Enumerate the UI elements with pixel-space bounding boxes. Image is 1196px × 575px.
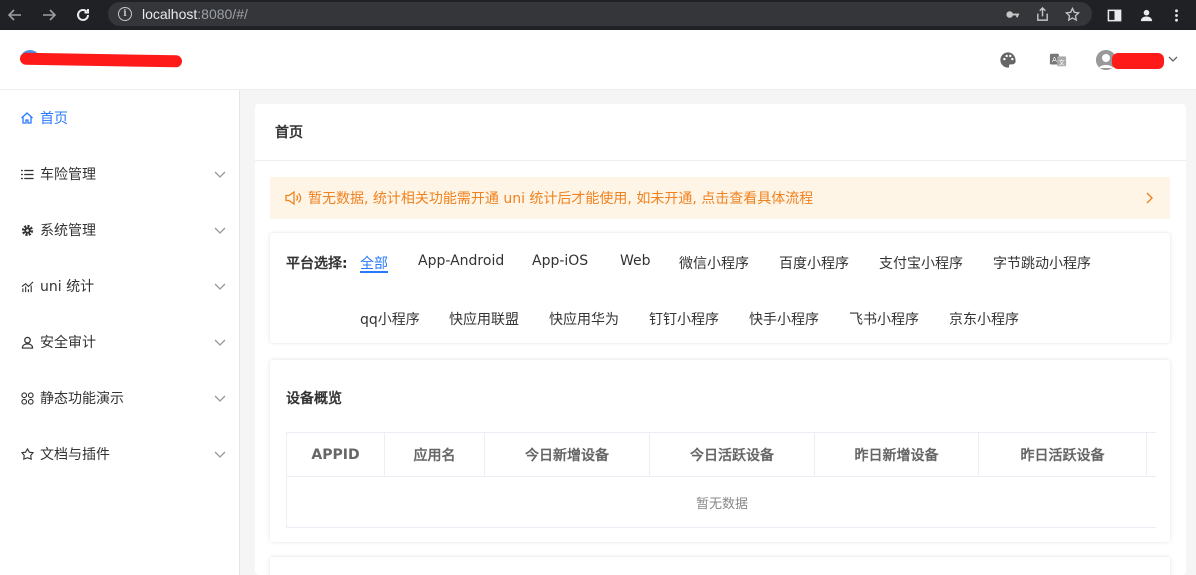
table-header: APPID 应用名 今日新增设备 今日活跃设备 昨日新增设备 昨日活跃设备: [287, 433, 1156, 477]
sidebar-item-static-demo[interactable]: 静态功能演示: [0, 370, 239, 426]
speaker-icon: [285, 190, 302, 206]
translate-icon[interactable]: A文: [1048, 50, 1068, 70]
platform-label: 平台选择:: [286, 256, 348, 272]
chevron-down-icon: [214, 283, 226, 290]
sidebar-item-uni-stats[interactable]: uni 统计: [0, 258, 239, 314]
column-header-app-name[interactable]: 应用名: [385, 433, 485, 477]
sidebar-item-system[interactable]: 系统管理: [0, 202, 239, 258]
chevron-down-icon: [214, 227, 226, 234]
platform-option-app-android[interactable]: App-Android: [418, 253, 504, 269]
gear-icon: [20, 223, 34, 237]
share-icon[interactable]: [1034, 6, 1050, 22]
address-bar[interactable]: i localhost:8080/#/: [108, 2, 1092, 26]
sidebar-item-label: 车险管理: [40, 167, 96, 183]
svg-text:A: A: [1052, 55, 1057, 64]
sidebar-item-label: uni 统计: [40, 279, 95, 295]
browser-toolbar: i localhost:8080/#/: [0, 0, 1196, 30]
url-path: :8080/#/: [197, 6, 248, 22]
column-header-yesterday-active[interactable]: 昨日活跃设备: [979, 433, 1147, 477]
list-icon: [20, 167, 34, 181]
redacted-user-name: [1112, 53, 1164, 69]
sidebar-item-label: 安全审计: [40, 335, 96, 351]
chevron-down-icon: [214, 395, 226, 402]
app-header: A文: [0, 30, 1196, 90]
grid-icon: [20, 391, 34, 405]
notice-text: 暂无数据, 统计相关功能需开通 uni 统计后才能使用, 如未开通, 点击查看具…: [308, 191, 814, 207]
forward-icon[interactable]: [38, 4, 60, 26]
key-icon[interactable]: [1004, 6, 1020, 22]
sidebar-item-car-insurance[interactable]: 车险管理: [0, 146, 239, 202]
platform-option-bytedance[interactable]: 字节跳动小程序: [993, 253, 1091, 273]
url-host: localhost: [142, 6, 198, 22]
chevron-right-icon: [1146, 192, 1153, 204]
platform-option-dingtalk[interactable]: 钉钉小程序: [649, 309, 719, 329]
divider: [255, 160, 1186, 161]
main-panel: 首页 暂无数据, 统计相关功能需开通 uni 统计后才能使用, 如未开通, 点击…: [255, 104, 1186, 575]
chevron-down-icon: [214, 451, 226, 458]
column-header-yesterday-new[interactable]: 昨日新增设备: [815, 433, 979, 477]
chart-icon: [20, 279, 34, 293]
platform-option-wechat[interactable]: 微信小程序: [679, 253, 749, 273]
reload-icon[interactable]: [72, 4, 94, 26]
platform-option-app-ios[interactable]: App-iOS: [532, 253, 588, 269]
device-overview-card: 设备概览 APPID 应用名 今日新增设备 今日活跃设备 昨日新增设备 昨日活跃…: [270, 360, 1170, 542]
sidebar-item-security-audit[interactable]: 安全审计: [0, 314, 239, 370]
palette-icon[interactable]: [998, 50, 1018, 70]
sidebar-item-label: 首页: [40, 111, 68, 127]
device-overview-title: 设备概览: [286, 391, 342, 407]
profile-icon[interactable]: [1135, 4, 1157, 26]
next-card: [270, 557, 1170, 575]
column-header-today-new[interactable]: 今日新增设备: [485, 433, 650, 477]
sidebar: 首页 车险管理 系统管理 uni 统计 安全审计 静态功能演示 文档与插件: [0, 90, 240, 575]
user-icon: [20, 335, 34, 349]
sidebar-item-label: 静态功能演示: [40, 391, 124, 407]
redacted-app-name: [19, 52, 183, 68]
platform-option-jd[interactable]: 京东小程序: [949, 309, 1019, 329]
platform-option-quickapp-union[interactable]: 快应用联盟: [449, 309, 519, 329]
column-header-today-active[interactable]: 今日活跃设备: [650, 433, 815, 477]
sidebar-item-label: 文档与插件: [40, 447, 110, 463]
sidebar-item-label: 系统管理: [40, 223, 96, 239]
sidebar-item-docs-plugins[interactable]: 文档与插件: [0, 426, 239, 482]
chevron-down-icon: [214, 171, 226, 178]
more-menu-icon[interactable]: [1165, 4, 1187, 26]
sidebar-item-home[interactable]: 首页: [0, 90, 239, 146]
plugin-icon: [20, 447, 34, 461]
user-menu-chevron-down-icon[interactable]: [1166, 52, 1180, 66]
chevron-down-icon: [214, 339, 226, 346]
notice-bar[interactable]: 暂无数据, 统计相关功能需开通 uni 统计后才能使用, 如未开通, 点击查看具…: [270, 177, 1170, 219]
empty-state: 暂无数据: [695, 496, 748, 512]
sidebar-toggle-icon[interactable]: [1103, 4, 1125, 26]
platform-option-baidu[interactable]: 百度小程序: [779, 253, 849, 273]
platform-option-alipay[interactable]: 支付宝小程序: [879, 253, 963, 273]
back-icon[interactable]: [4, 4, 26, 26]
platform-card: 平台选择: 全部 App-Android App-iOS Web 微信小程序 百…: [270, 233, 1170, 343]
platform-option-kuaishou[interactable]: 快手小程序: [749, 309, 819, 329]
platform-option-feishu[interactable]: 飞书小程序: [849, 309, 919, 329]
active-tab-underline: [360, 271, 388, 273]
svg-text:文: 文: [1058, 58, 1065, 67]
bookmark-star-icon[interactable]: [1064, 6, 1080, 22]
platform-option-qq[interactable]: qq小程序: [360, 309, 420, 329]
info-icon[interactable]: i: [118, 7, 132, 21]
home-icon: [20, 111, 34, 125]
platform-option-all[interactable]: 全部: [360, 253, 388, 273]
column-header-appid[interactable]: APPID: [287, 433, 385, 477]
platform-option-web[interactable]: Web: [620, 253, 651, 269]
device-table: APPID 应用名 今日新增设备 今日活跃设备 昨日新增设备 昨日活跃设备 暂无…: [286, 432, 1156, 528]
page-title: 首页: [275, 125, 303, 141]
platform-option-quickapp-huawei[interactable]: 快应用华为: [549, 309, 619, 329]
